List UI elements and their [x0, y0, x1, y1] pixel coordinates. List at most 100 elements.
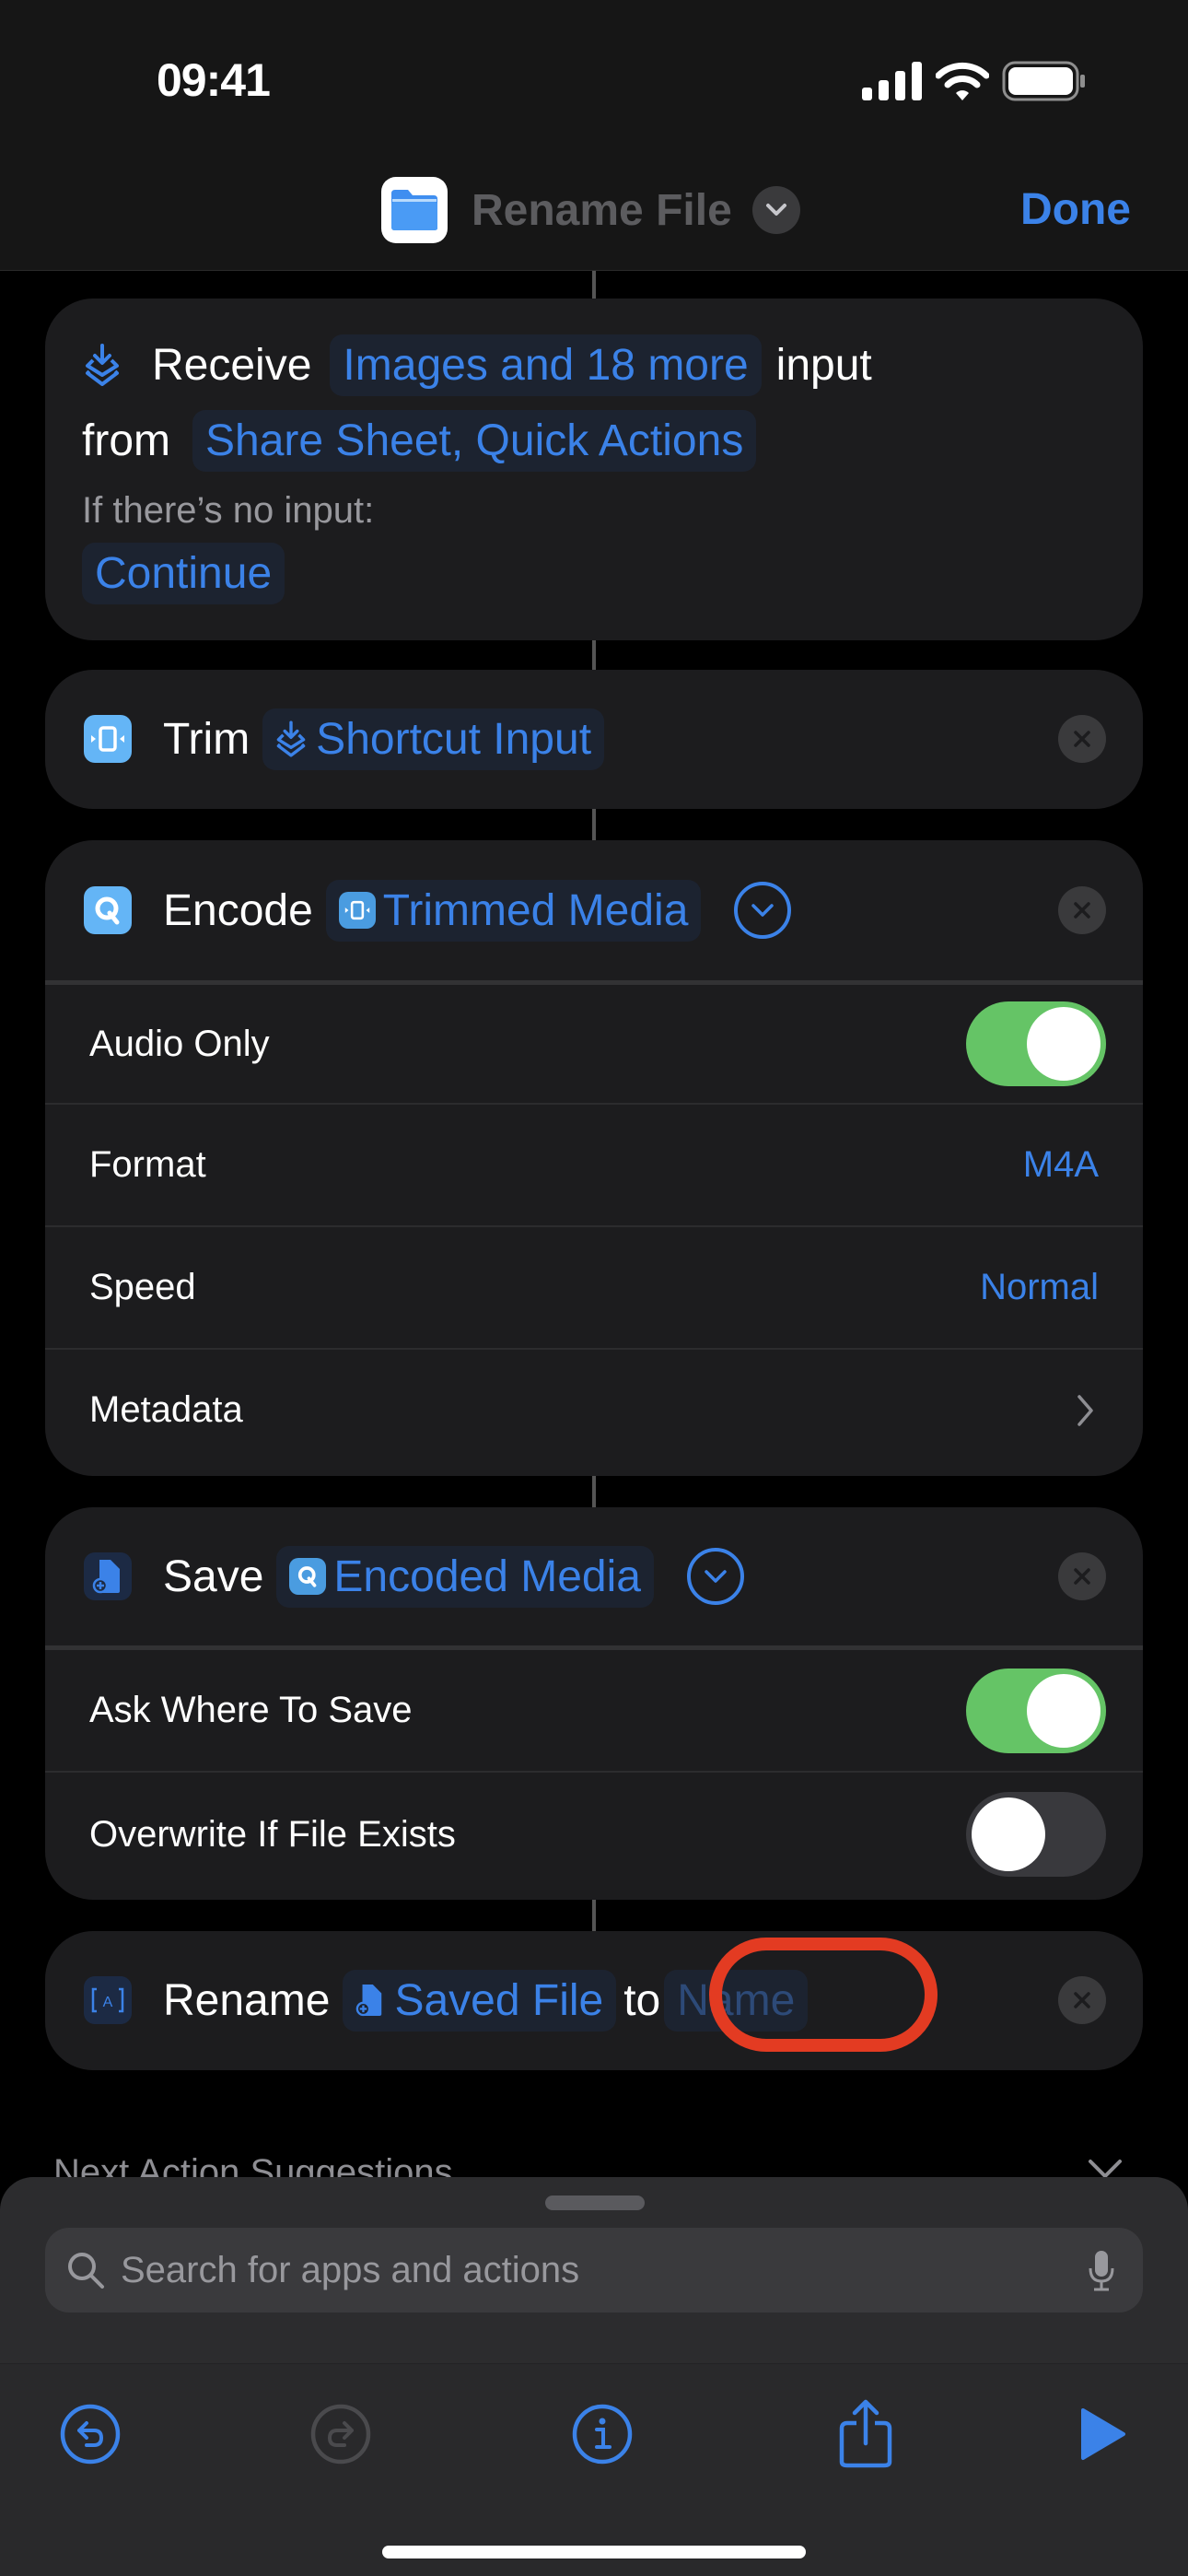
share-button[interactable] [829, 2397, 903, 2471]
share-icon [839, 2399, 892, 2468]
ask-where-to-save-label: Ask Where To Save [89, 1690, 413, 1730]
status-bar: 09:41 [0, 0, 1188, 157]
files-folder-icon [381, 177, 448, 243]
receive-line-2: from Share Sheet, Quick Actions [82, 404, 1143, 477]
rename-input-token[interactable]: Saved File [343, 1969, 617, 2032]
save-input-token-label: Encoded Media [333, 1551, 641, 1601]
audio-only-row: Audio Only [45, 980, 1143, 1103]
sheet-grabber[interactable] [545, 2195, 645, 2210]
encode-media-icon [84, 886, 132, 934]
encode-action-card[interactable]: Encode Trimmed Media Audio Only Format M… [45, 840, 1143, 1476]
rename-action-card[interactable]: A Rename Saved File to Name [45, 1931, 1143, 2070]
no-input-label: If there’s no input: [82, 490, 375, 531]
speed-value[interactable]: Normal [980, 1267, 1099, 1308]
svg-text:A: A [103, 1995, 113, 2010]
bottom-toolbar [0, 2363, 1188, 2576]
wifi-icon [936, 62, 989, 100]
shortcut-title[interactable]: Rename File [472, 185, 732, 236]
shortcut-input-icon [276, 720, 306, 757]
overwrite-if-exists-label: Overwrite If File Exists [89, 1813, 456, 1855]
flow-connector [592, 1476, 596, 1507]
save-file-icon [356, 1985, 382, 2017]
cellular-signal-icon [862, 62, 922, 100]
status-icons [862, 61, 1087, 101]
remove-trim-action-button[interactable] [1058, 715, 1106, 763]
trim-media-icon [338, 892, 376, 929]
encode-label: Encode [163, 885, 313, 935]
encode-input-token-label: Trimmed Media [382, 885, 689, 935]
done-button[interactable]: Done [1020, 184, 1131, 235]
trim-action-card[interactable]: Trim Shortcut Input [45, 670, 1143, 809]
close-icon [1074, 902, 1090, 919]
redo-button[interactable] [304, 2397, 378, 2471]
search-icon [68, 2253, 104, 2289]
trim-input-token-label: Shortcut Input [316, 714, 592, 764]
audio-only-toggle[interactable] [966, 1001, 1106, 1086]
metadata-row[interactable]: Metadata [45, 1348, 1143, 1470]
remove-save-action-button[interactable] [1058, 1552, 1106, 1600]
overwrite-if-exists-row: Overwrite If File Exists [45, 1771, 1143, 1896]
microphone-icon[interactable] [1088, 2250, 1115, 2292]
info-icon [572, 2404, 633, 2465]
rename-text-icon: A [84, 1976, 132, 2024]
chevron-down-icon [751, 904, 775, 917]
battery-icon [1002, 61, 1085, 101]
close-icon [1074, 731, 1090, 747]
no-input-behavior-token[interactable]: Continue [82, 543, 285, 604]
play-icon [1081, 2408, 1125, 2460]
input-label: input [775, 340, 872, 390]
trim-input-token[interactable]: Shortcut Input [262, 708, 605, 770]
metadata-label: Metadata [89, 1389, 243, 1430]
ask-where-to-save-toggle[interactable] [966, 1668, 1106, 1753]
flow-connector [592, 271, 596, 299]
flow-connector [592, 1900, 596, 1931]
search-input[interactable] [121, 2249, 1042, 2291]
save-label: Save [163, 1551, 264, 1601]
chevron-down-icon [705, 1570, 727, 1583]
redo-icon [310, 2404, 371, 2465]
expand-encode-options-button[interactable] [734, 882, 792, 939]
speed-label: Speed [89, 1267, 196, 1307]
input-sources-token[interactable]: Share Sheet, Quick Actions [192, 409, 757, 472]
close-icon [1074, 1992, 1090, 2008]
encode-media-icon [289, 1558, 327, 1595]
new-name-field[interactable]: Name [664, 1969, 809, 2032]
receive-label: Receive [152, 340, 312, 390]
flow-connector [592, 809, 596, 840]
remove-rename-action-button[interactable] [1058, 1976, 1106, 2024]
trim-media-icon [84, 715, 132, 763]
info-button[interactable] [565, 2397, 639, 2471]
input-types-token[interactable]: Images and 18 more [330, 334, 762, 396]
to-label: to [623, 1975, 661, 2025]
save-action-card[interactable]: Save Encoded Media Ask Where To Save Ove… [45, 1507, 1143, 1900]
format-label: Format [89, 1144, 206, 1185]
from-label: from [82, 416, 170, 465]
rename-input-token-label: Saved File [394, 1975, 604, 2025]
navigation-bar: Rename File Done [0, 157, 1188, 271]
shortcut-input-icon [86, 344, 119, 386]
receive-line-1: Receive Images and 18 more input [84, 330, 1143, 400]
speed-row[interactable]: Speed Normal [45, 1225, 1143, 1348]
close-icon [1074, 1568, 1090, 1585]
flow-connector [592, 640, 596, 670]
shortcut-title-menu[interactable]: Rename File [381, 177, 800, 243]
overwrite-if-exists-toggle[interactable] [966, 1792, 1106, 1877]
trim-label: Trim [163, 714, 250, 764]
chevron-right-icon [1077, 1394, 1093, 1426]
next-action-suggestions-label[interactable]: Next Action Suggestions [53, 2152, 453, 2180]
run-button[interactable] [1066, 2397, 1140, 2471]
save-input-token[interactable]: Encoded Media [276, 1545, 654, 1608]
encode-input-token[interactable]: Trimmed Media [325, 879, 702, 942]
receive-action-card[interactable]: Receive Images and 18 more input from Sh… [45, 299, 1143, 640]
title-chevron-down-icon[interactable] [751, 186, 800, 234]
expand-save-options-button[interactable] [686, 1548, 744, 1605]
format-value[interactable]: M4A [1023, 1144, 1099, 1186]
remove-encode-action-button[interactable] [1058, 886, 1106, 934]
save-file-icon [84, 1552, 132, 1600]
rename-label: Rename [163, 1975, 331, 2025]
search-bar[interactable] [45, 2228, 1143, 2313]
undo-button[interactable] [53, 2397, 127, 2471]
format-row[interactable]: Format M4A [45, 1103, 1143, 1225]
home-indicator[interactable] [382, 2546, 806, 2558]
undo-icon [60, 2404, 121, 2465]
